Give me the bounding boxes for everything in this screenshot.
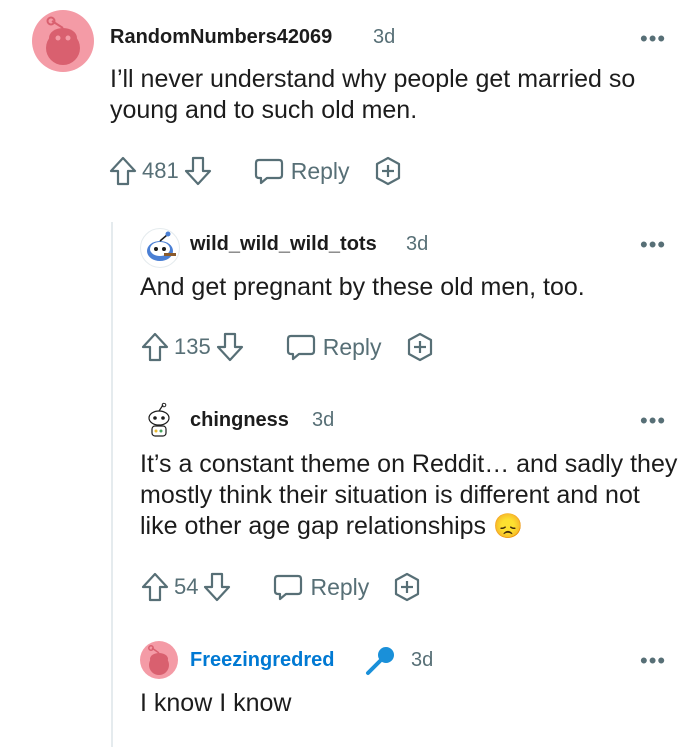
comment-text: And get pregnant by these old men, too. xyxy=(140,273,585,301)
upvote-icon[interactable] xyxy=(140,571,170,603)
vote-count: 135 xyxy=(174,334,211,359)
snoo-avatar-icon xyxy=(148,645,169,675)
vote-controls: 54 xyxy=(140,571,232,603)
downvote-icon[interactable] xyxy=(202,571,232,603)
thread-line-level-1 xyxy=(111,222,113,747)
vote-controls: 135 xyxy=(140,331,245,363)
more-options-icon[interactable]: ••• xyxy=(640,650,666,672)
downvote-icon[interactable] xyxy=(215,331,245,363)
comment-bubble-icon xyxy=(272,572,304,602)
more-options-icon[interactable]: ••• xyxy=(640,234,666,256)
avatar[interactable] xyxy=(140,228,180,268)
snoo-avatar-icon xyxy=(46,16,80,65)
reply-label: Reply xyxy=(310,573,370,600)
comment-actions: 135 Reply xyxy=(140,330,436,364)
award-button[interactable] xyxy=(404,331,436,363)
comment-text-content: It’s a constant theme on Reddit… and sad… xyxy=(140,450,678,540)
username[interactable]: RandomNumbers42069 xyxy=(110,26,332,49)
reply-label: Reply xyxy=(322,333,382,360)
award-icon xyxy=(391,571,423,603)
avatar[interactable] xyxy=(140,402,178,440)
timestamp: 3d xyxy=(406,233,429,255)
award-button[interactable] xyxy=(372,155,404,187)
timestamp: 3d xyxy=(312,409,335,431)
award-icon xyxy=(372,155,404,187)
username[interactable]: wild_wild_wild_tots xyxy=(190,233,377,256)
comment-text: It’s a constant theme on Reddit… and sad… xyxy=(140,449,680,542)
more-options-icon[interactable]: ••• xyxy=(640,28,666,50)
snoo-avatar-icon xyxy=(147,231,176,261)
microphone-icon xyxy=(362,643,398,679)
upvote-icon[interactable] xyxy=(108,155,138,187)
upvote-icon[interactable] xyxy=(140,331,170,363)
comment-bubble-icon xyxy=(285,332,317,362)
snoo-avatar-icon xyxy=(148,402,170,437)
vote-controls: 481 xyxy=(108,155,213,187)
avatar[interactable] xyxy=(32,10,94,72)
comment-text: I’ll never understand why people get mar… xyxy=(110,65,636,124)
vote-count: 54 xyxy=(174,574,199,599)
reply-button[interactable]: Reply xyxy=(272,572,369,602)
username[interactable]: chingness xyxy=(190,409,289,432)
award-icon xyxy=(404,331,436,363)
award-button[interactable] xyxy=(391,571,423,603)
timestamp: 3d xyxy=(373,26,396,48)
comment-bubble-icon xyxy=(253,156,285,186)
avatar[interactable] xyxy=(140,641,178,679)
reply-button[interactable]: Reply xyxy=(285,332,382,362)
vote-count: 481 xyxy=(142,158,179,183)
reply-button[interactable]: Reply xyxy=(253,156,350,186)
reply-label: Reply xyxy=(290,157,350,184)
more-options-icon[interactable]: ••• xyxy=(640,410,666,432)
username[interactable]: Freezingredred xyxy=(190,649,334,672)
downvote-icon[interactable] xyxy=(183,155,213,187)
comment-actions: 481 Reply xyxy=(108,154,404,188)
comment-text: I know I know xyxy=(140,689,292,717)
disappointed-face-emoji: 😞 xyxy=(493,513,523,540)
timestamp: 3d xyxy=(411,649,434,671)
comment-actions: 54 Reply xyxy=(140,570,423,604)
